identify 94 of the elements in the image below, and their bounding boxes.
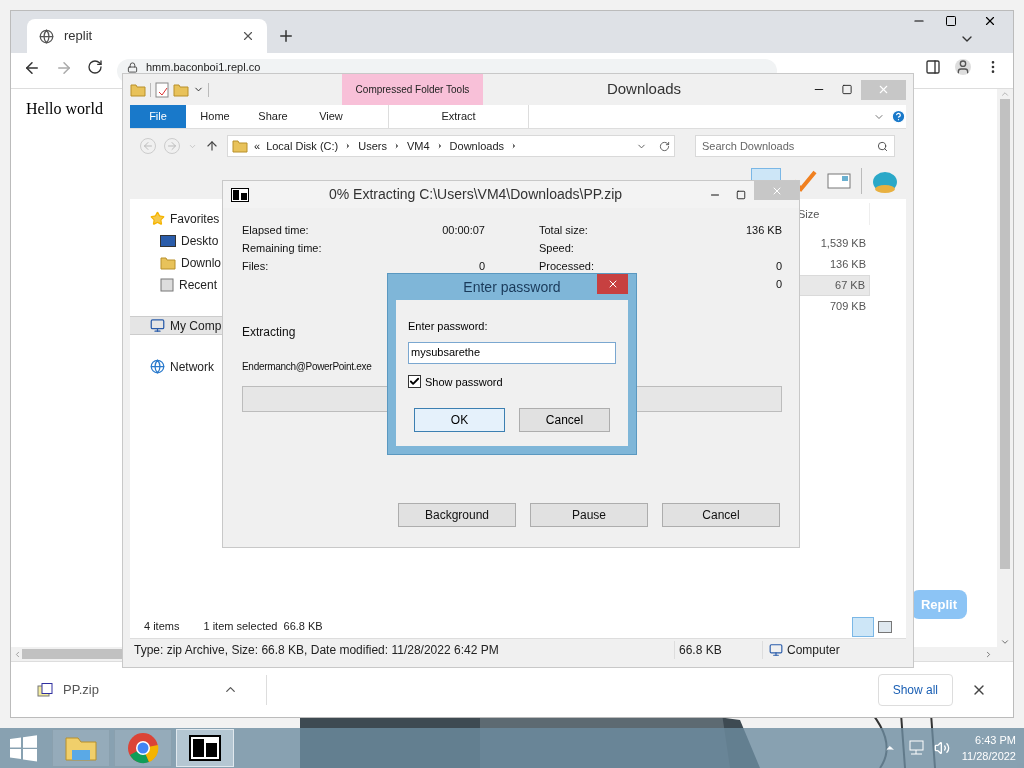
document-icon[interactable] — [155, 81, 169, 98]
ribbon-tab[interactable]: Extract — [388, 105, 529, 128]
show-all-button[interactable]: Show all — [877, 673, 953, 706]
document-icon — [160, 277, 174, 292]
show-password-checkbox[interactable]: Show password — [408, 373, 616, 390]
selection-info: 1 item selected 66.8 KB — [203, 619, 323, 635]
file-size: 66.8 KB — [674, 640, 762, 659]
breadcrumb-item[interactable]: Local Disk (C:) — [266, 137, 339, 155]
stat-value: 00:00:07 — [442, 222, 485, 238]
checkmark-icon — [409, 376, 420, 388]
url-text: hmm.baconboi1.repl.co — [146, 61, 261, 73]
thumbnails-view-icon[interactable] — [878, 620, 892, 633]
breadcrumb-item[interactable]: « — [254, 137, 261, 155]
envelope-icon[interactable] — [827, 172, 851, 190]
folder-icon — [64, 734, 98, 762]
page-heading: Hello world — [26, 99, 103, 119]
stat-value: 0 — [478, 258, 485, 274]
breadcrumb-item[interactable]: Users — [358, 137, 387, 155]
item-count: 4 items — [144, 619, 180, 635]
scroll-thumb[interactable] — [22, 649, 122, 659]
stat-label: Processed: — [539, 258, 595, 274]
stat-value: 136 KB — [745, 222, 782, 238]
globe-icon — [39, 28, 54, 44]
dialog-title: Enter password — [463, 277, 561, 297]
current-file: Endermanch@PowerPoint.exe — [242, 360, 372, 374]
archive-icon — [37, 682, 53, 697]
search-field[interactable]: Search Downloads — [695, 135, 895, 157]
search-icon — [877, 140, 888, 152]
help-icon[interactable] — [891, 109, 906, 124]
nav-item[interactable]: Deskto — [130, 231, 222, 250]
ribbon-tab[interactable]: Share — [244, 105, 302, 128]
dialog-button[interactable]: Pause — [530, 503, 648, 527]
computer-icon — [769, 642, 783, 657]
forward-icon[interactable] — [55, 59, 73, 77]
ribbon-tab[interactable]: View — [302, 105, 360, 128]
ribbon-tab[interactable]: Home — [186, 105, 244, 128]
globe-icon — [150, 359, 165, 374]
dialog-button[interactable]: Cancel — [662, 503, 780, 527]
dialog-button[interactable]: Cancel — [519, 408, 610, 432]
field-label: Enter password: — [408, 319, 489, 334]
monitor-icon — [160, 234, 176, 247]
shell-icon[interactable] — [872, 169, 898, 193]
tab-title: replit — [64, 27, 94, 46]
stat-label: Files: — [242, 258, 269, 274]
archive-icon — [189, 735, 221, 761]
dialog-button[interactable]: OK — [414, 408, 505, 432]
scroll-thumb[interactable] — [1000, 99, 1010, 569]
scroll-right-icon[interactable] — [984, 649, 993, 659]
ribbon-tab[interactable]: File — [130, 105, 186, 128]
nav-item[interactable]: Favorites — [130, 209, 222, 228]
browser-tab[interactable]: replit — [27, 19, 267, 53]
search-input: Search Downloads — [702, 137, 877, 155]
nav-item[interactable]: Recent — [130, 275, 222, 294]
chevron-icon — [393, 142, 401, 150]
nav-item[interactable]: Network — [130, 357, 222, 376]
up-icon[interactable] — [205, 139, 219, 153]
close-icon[interactable] — [241, 29, 255, 43]
breadcrumb-item[interactable]: VM4 — [407, 137, 430, 155]
breadcrumb-item[interactable]: Downloads — [449, 137, 505, 155]
stat-label: Elapsed time: — [242, 222, 309, 238]
nav-item[interactable]: Downlo — [130, 253, 222, 272]
back-icon[interactable] — [23, 59, 41, 77]
contextual-header: Compressed Folder Tools — [342, 74, 483, 105]
network-icon[interactable] — [907, 740, 926, 756]
status-text: Extracting — [242, 324, 296, 341]
stat-label: Speed: — [539, 240, 574, 256]
computer-icon — [150, 318, 165, 333]
download-file-name[interactable]: PP.zip — [63, 679, 213, 700]
file-details: Type: zip Archive, Size: 66.8 KB, Date modified: 11/28/2022 6:42 PM — [134, 641, 500, 659]
new-tab-icon[interactable] — [277, 27, 295, 45]
close-icon — [877, 83, 890, 96]
folder-icon — [160, 255, 176, 270]
scroll-down-icon[interactable] — [1000, 637, 1010, 647]
location-text: Computer — [787, 641, 840, 659]
refresh-icon[interactable] — [659, 140, 670, 152]
stat-value: 0 — [775, 258, 782, 274]
dialog-title: 0% Extracting C:\Users\VM4\Downloads\PP.zip — [327, 185, 624, 204]
folder-icon — [232, 139, 248, 153]
address-bar[interactable]: « Local Disk (C:) Users VM4 Downloads — [227, 135, 675, 157]
scroll-left-icon[interactable] — [13, 649, 22, 659]
profile-icon[interactable] — [955, 59, 971, 75]
archive-icon — [231, 187, 249, 202]
reload-icon[interactable] — [87, 59, 103, 75]
volume-icon[interactable] — [933, 740, 950, 756]
lock-icon — [127, 62, 138, 73]
details-view-icon[interactable] — [852, 616, 874, 637]
dialog-button[interactable]: Background — [398, 503, 516, 527]
nav-item[interactable]: My Comp — [130, 316, 222, 335]
stat-value: 0 — [775, 276, 782, 292]
side-panel-icon[interactable] — [925, 59, 941, 75]
stat-label: Total size: — [539, 222, 588, 238]
star-icon — [150, 211, 165, 226]
stat-label: Remaining time: — [242, 240, 322, 256]
chrome-icon — [127, 732, 159, 764]
